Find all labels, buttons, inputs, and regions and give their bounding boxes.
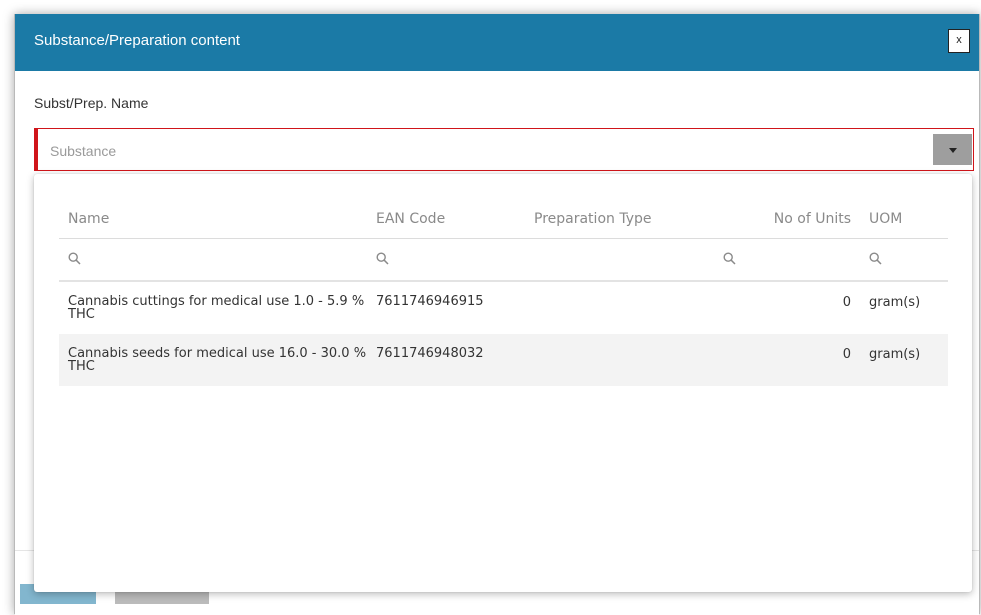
grid-header-row: Name EAN Code Preparation Type No of Uni… [59,200,948,239]
cell-ean: 7611746948032 [376,346,484,361]
table-row[interactable]: Cannabis seeds for medical use 16.0 - 30… [59,334,948,386]
substance-input[interactable] [48,138,912,164]
column-header-uom[interactable]: UOM [869,211,944,227]
cell-units: 0 [842,347,851,362]
dropdown-button[interactable] [933,134,972,165]
search-icon[interactable] [68,252,81,265]
dialog-title: Substance/Preparation content [34,32,240,49]
column-header-preparation-type[interactable]: Preparation Type [534,211,704,227]
search-icon[interactable] [723,252,736,265]
close-button[interactable]: x [948,29,970,53]
substance-grid: Name EAN Code Preparation Type No of Uni… [59,200,948,386]
close-icon: x [956,34,962,46]
search-icon[interactable] [376,252,389,265]
substance-dropdown-grid: Name EAN Code Preparation Type No of Uni… [34,174,972,592]
grid-filter-row [59,239,948,282]
cell-ean: 7611746946915 [376,294,484,309]
cell-uom: gram(s) [869,347,921,362]
cell-units: 0 [842,295,851,310]
substance-combobox[interactable] [34,128,974,171]
cell-name: Cannabis seeds for medical use 16.0 - 30… [68,346,367,374]
substance-name-label: Subst/Prep. Name [34,95,149,111]
caret-down-icon [949,148,957,153]
cell-uom: gram(s) [869,295,921,310]
column-header-units[interactable]: No of Units [709,211,851,227]
search-icon[interactable] [869,252,882,265]
dialog-header: Substance/Preparation content x [15,14,979,71]
cell-name: Cannabis cuttings for medical use 1.0 - … [68,294,365,322]
column-header-ean[interactable]: EAN Code [376,211,526,227]
column-header-name[interactable]: Name [68,211,368,227]
table-row[interactable]: Cannabis cuttings for medical use 1.0 - … [59,282,948,334]
